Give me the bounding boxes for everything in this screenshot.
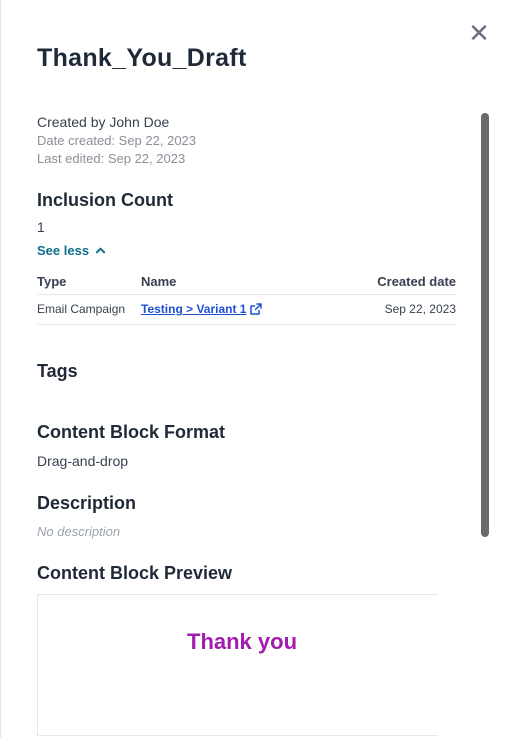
description-heading: Description [37,493,137,513]
content-block-preview: Thank you [37,594,438,736]
see-less-toggle[interactable]: See less [37,243,106,258]
inclusion-table: Type Name Created date Email Campaign Te… [37,274,456,325]
created-by: Created by John Doe [37,114,170,130]
date-created: Date created: Sep 22, 2023 [37,133,197,148]
panel-content[interactable]: Created by John Doe Date created: Sep 22… [37,112,457,738]
content-block-preview-heading: Content Block Preview [37,563,233,583]
row-name: Testing > Variant 1 [141,294,333,325]
external-link-icon [250,303,263,315]
column-header-created-date: Created date [377,274,456,289]
inclusion-count-heading: Inclusion Count [37,190,173,210]
content-block-format-value: Drag-and-drop [37,453,129,469]
tags-heading: Tags [37,361,78,381]
description-value: No description [37,524,121,539]
last-edited: Last edited: Sep 22, 2023 [37,151,186,166]
content-block-format-heading: Content Block Format [37,422,226,442]
table-header-row: Type Name Created date [37,274,456,295]
chevron-up-icon [95,247,106,254]
table-row: Email Campaign Testing > Variant 1 Sep 2… [37,294,456,325]
row-type: Email Campaign [37,294,141,325]
column-header-type: Type [37,274,67,289]
row-created-date: Sep 22, 2023 [332,294,456,325]
campaign-link-label: Testing > Variant 1 [141,302,247,316]
campaign-link[interactable]: Testing > Variant 1 [141,302,263,316]
preview-text: Thank you [187,629,298,654]
column-header-name: Name [141,274,177,289]
see-less-label: See less [37,243,90,258]
inclusion-count-value: 1 [37,219,45,235]
close-icon[interactable]: ✕ [468,20,490,46]
scrollbar-thumb[interactable] [481,113,489,537]
panel-left-border [0,0,1,738]
panel-title: Thank_You_Draft [37,44,247,72]
